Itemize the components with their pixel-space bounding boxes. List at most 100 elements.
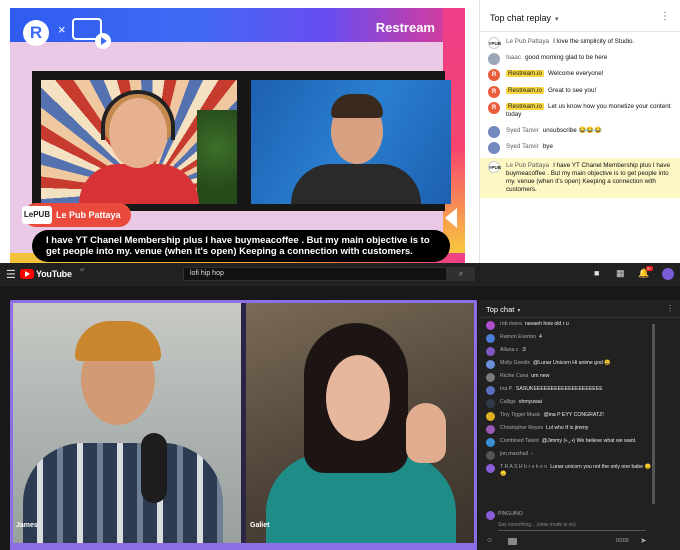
create-video-icon[interactable]: ■ xyxy=(594,268,599,278)
chat-author[interactable]: jon.marshall xyxy=(500,451,528,457)
current-user-row: PINGUINO xyxy=(484,511,523,520)
chat-author[interactable]: Restream.io xyxy=(506,86,544,94)
chat-text: :3 xyxy=(521,347,526,353)
player-bottom-bar xyxy=(10,543,477,550)
times-icon: × xyxy=(58,22,66,37)
chat-input-footer: ☺ 0/200 ➤ xyxy=(484,536,674,547)
send-icon[interactable]: ➤ xyxy=(640,536,647,545)
chat-message: Molly Greells @Lunar Unicorn Hi anime god… xyxy=(484,357,654,370)
live-chat-panel: Top chat ▾ ⋮ rob rivera navaeh how old r u… xyxy=(478,300,680,550)
avatar xyxy=(486,399,495,408)
chat-author[interactable]: Combined Talent xyxy=(500,438,539,444)
chevron-down-icon[interactable]: ▾ xyxy=(555,16,559,23)
chat-author[interactable]: Le Pub Pattaya xyxy=(506,162,549,169)
chat-message: Allana c:3 xyxy=(484,344,654,357)
more-options-icon[interactable]: ⋮ xyxy=(666,304,674,313)
chat-message: Syed Tanvir unsubscribe 😂😂😂 xyxy=(486,123,674,139)
chat-author[interactable]: Christopher Reyes xyxy=(500,425,543,431)
more-options-icon[interactable]: ⋮ xyxy=(660,11,670,22)
hamburger-menu-icon[interactable]: ☰ xyxy=(6,268,16,281)
avatar xyxy=(486,347,495,356)
search-input[interactable]: lofi hip hop xyxy=(183,267,447,281)
chat-text: @Lunar Unicorn Hi anime god 😀 xyxy=(532,360,611,366)
chat-text: good morning glad to be here xyxy=(525,54,608,62)
chat-author[interactable]: Calligs xyxy=(500,399,516,405)
chat-text: Lol who tf is jimmy xyxy=(545,425,589,431)
chat-author[interactable]: Isaac xyxy=(506,54,521,61)
money-icon[interactable] xyxy=(508,538,517,545)
chat-author[interactable]: Ina P. xyxy=(500,386,513,392)
chat-author[interactable]: Restream.io xyxy=(506,70,544,78)
apps-grid-icon[interactable]: ▦ xyxy=(616,268,625,279)
character-count: 0/200 xyxy=(616,538,629,544)
chat-text: bye xyxy=(542,143,553,151)
chat-message: Isaac good morning glad to be here xyxy=(486,50,674,66)
plant-decoration xyxy=(197,110,237,204)
live-chat-header[interactable]: Top chat ▾ ⋮ xyxy=(478,300,680,318)
chat-message: Combined Talent @Jimmy (•◡•) We believe w… xyxy=(484,435,654,448)
video-player[interactable]: James Galiet xyxy=(10,300,477,550)
chat-author[interactable]: Restream.io xyxy=(506,102,544,110)
chat-replay-header[interactable]: Top chat replay ▾ ⋮ xyxy=(480,0,680,32)
chat-message: R Restream.io Welcome everyone! xyxy=(486,66,674,82)
guest-hair xyxy=(331,94,383,118)
chat-author[interactable]: Ramon Everton xyxy=(500,334,536,340)
chat-author[interactable]: Syed Tanvir xyxy=(506,143,539,150)
chat-message: #PUB Le Pub Pattaya I have YT Chanel Membe… xyxy=(480,157,680,199)
participant-label-right: Galiet xyxy=(250,522,270,529)
chat-text: um new xyxy=(531,373,550,379)
chat-text: 4 xyxy=(539,334,542,340)
emoji-icon[interactable]: ☺ xyxy=(486,537,493,544)
chat-message: Richie Cuna um new xyxy=(484,370,654,383)
youtube-live-page: ☰ YouTube AT lofi hip hop ⌕ ■ ▦ 🔔 9+ Jam… xyxy=(0,263,680,550)
youtube-logo-icon[interactable] xyxy=(20,269,34,279)
chat-text: I love the simplicity of Studio. xyxy=(553,38,635,45)
chat-message: Tiny Tigger Music @ina P EYY CONGRATZ! xyxy=(484,409,654,422)
chat-author[interactable]: Molly Greells xyxy=(500,360,530,366)
guest-shirt xyxy=(291,164,421,204)
youtube-wordmark[interactable]: YouTube xyxy=(36,269,72,279)
chat-message: #PUB Le Pub Pattaya I love the simplicity … xyxy=(486,34,674,50)
chat-text: ohmyuwai xyxy=(518,399,542,405)
guest-video-left xyxy=(41,80,237,204)
chat-scrollbar[interactable] xyxy=(652,324,655,504)
chat-text: @Jimmy (•◡•) We believe what we want. xyxy=(541,438,637,444)
chat-message: rob rivera navaeh how old r u xyxy=(484,318,654,331)
chat-text: unsubscribe 😂😂😂 xyxy=(542,127,603,135)
chevron-down-icon[interactable]: ▾ xyxy=(517,308,520,314)
avatar xyxy=(488,53,500,66)
chat-text: SASUKEEEEEEEEEEEEEEEEEEEE xyxy=(515,386,603,392)
participant-label-left: James xyxy=(16,522,38,529)
avatar xyxy=(486,321,495,330)
live-chat-title: Top chat xyxy=(486,305,515,314)
chat-text: @ina P EYY CONGRATZ! xyxy=(543,412,604,418)
chat-author[interactable]: Allana c xyxy=(500,347,518,353)
guest-video-right xyxy=(251,80,451,204)
avatar: R xyxy=(488,85,500,98)
youtube-top-bar: ☰ YouTube AT lofi hip hop ⌕ ■ ▦ 🔔 9+ xyxy=(0,263,680,286)
avatar xyxy=(486,511,495,520)
avatar xyxy=(488,126,500,139)
chat-replay-title: Top chat replay xyxy=(490,13,552,23)
chat-message: Ina P. SASUKEEEEEEEEEEEEEEEEEEEE xyxy=(484,383,654,396)
broadcast-stage: R × Restream Le Pub Pattaya LePUB I have… xyxy=(10,8,465,263)
avatar[interactable] xyxy=(662,268,674,280)
chat-author[interactable]: rob rivera xyxy=(500,321,522,327)
chat-message-input[interactable]: Say something... (slow mode is on) xyxy=(498,522,646,531)
avatar xyxy=(488,142,500,155)
chat-message: jon.marshall - xyxy=(484,448,654,461)
avatar xyxy=(486,334,495,343)
player-frame xyxy=(10,300,477,550)
chat-author[interactable]: T R A S H b r o k e n xyxy=(500,464,547,470)
restream-studio-panel: R × Restream Le Pub Pattaya LePUB I have… xyxy=(0,0,680,263)
chat-replay-panel: Top chat replay ▾ ⋮ #PUB Le Pub Pattaya I l… xyxy=(479,0,680,263)
chat-author[interactable]: Le Pub Pattaya xyxy=(506,38,549,45)
search-button[interactable]: ⌕ xyxy=(447,267,475,281)
avatar xyxy=(486,425,495,434)
chat-author[interactable]: Richie Cuna xyxy=(500,373,528,379)
avatar: #PUB xyxy=(488,37,501,49)
chat-author[interactable]: Tiny Tigger Music xyxy=(500,412,540,418)
brand-wordmark: Restream xyxy=(375,20,435,35)
avatar xyxy=(486,438,495,447)
chat-author[interactable]: Syed Tanvir xyxy=(506,127,539,134)
